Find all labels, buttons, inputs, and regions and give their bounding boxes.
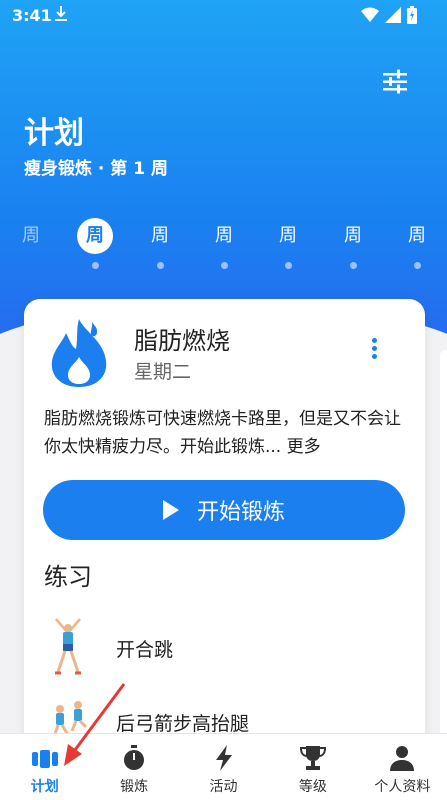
exercise-item[interactable]: 开合跳 — [24, 617, 425, 677]
week-tab[interactable]: 周 — [397, 218, 437, 269]
more-dot — [371, 354, 377, 359]
plan-subtitle: 瘦身锻炼 · 第 1 周 — [24, 159, 168, 179]
start-workout-button[interactable]: 开始锻炼 — [43, 480, 405, 540]
wifi-icon — [361, 7, 379, 22]
exercise-name: 后弓箭步高抬腿 — [116, 713, 250, 735]
description-text: 脂肪燃烧锻炼可快速燃烧卡路里，但是又不会让你太快精疲力尽。开始此锻炼... — [44, 409, 401, 457]
flame-icon — [51, 319, 107, 387]
exercises-heading: 练习 — [44, 563, 92, 591]
nav-item-plan[interactable]: 计划 — [0, 734, 89, 800]
more-options-button[interactable] — [362, 335, 386, 365]
jumping-jacks-figure-icon — [55, 618, 81, 675]
plan-icon — [31, 750, 58, 768]
week-tab[interactable]: 周 — [11, 218, 51, 269]
nav-label: 活动 — [209, 779, 238, 795]
trophy-icon — [299, 746, 326, 770]
exercise-name: 开合跳 — [116, 639, 174, 661]
week-label: 周 — [151, 225, 169, 246]
stopwatch-icon — [124, 745, 145, 770]
start-workout-label: 开始锻炼 — [196, 500, 285, 525]
week-tab-selected[interactable]: 周 — [75, 218, 115, 269]
week-dot — [91, 262, 99, 269]
week-tab[interactable]: 周 — [204, 218, 244, 269]
nav-item-profile[interactable]: 个人资料 — [358, 734, 447, 800]
week-tab[interactable]: 周 — [268, 218, 308, 269]
status-time: 3:41 — [12, 6, 52, 25]
week-label: 周 — [215, 225, 233, 246]
filter-settings-icon[interactable] — [380, 68, 410, 96]
more-dot — [371, 346, 377, 351]
nav-label: 计划 — [30, 779, 59, 795]
week-label: 周 — [408, 225, 426, 246]
week-dot — [284, 262, 292, 269]
workout-title: 脂肪燃烧 — [134, 327, 230, 355]
more-dot — [371, 338, 377, 343]
week-dot — [413, 262, 421, 269]
nav-item-workout[interactable]: 锻炼 — [89, 734, 178, 800]
nav-item-activity[interactable]: 活动 — [179, 734, 268, 800]
week-dot — [220, 262, 228, 269]
week-label: 周 — [77, 218, 113, 254]
download-icon — [55, 6, 67, 21]
battery-icon — [407, 6, 417, 24]
page-title: 计划 — [24, 116, 84, 151]
play-icon — [162, 500, 179, 520]
week-label: 周 — [22, 225, 40, 246]
signal-icon — [385, 7, 401, 23]
person-icon — [390, 746, 415, 771]
lightning-icon — [215, 745, 232, 771]
workout-card: 脂肪燃烧 星期二 脂肪燃烧锻炼可快速燃烧卡路里，但是又不会让你太快精疲力尽。开始… — [24, 299, 425, 769]
week-tab[interactable]: 周 — [140, 218, 180, 269]
nav-item-level[interactable]: 等级 — [268, 734, 357, 800]
nav-label: 等级 — [298, 779, 327, 795]
nav-label: 个人资料 — [374, 779, 431, 795]
week-label: 周 — [344, 225, 362, 246]
workout-day: 星期二 — [134, 361, 192, 383]
week-selector: 周 周 周 周 周 周 周 — [0, 218, 447, 278]
workout-description: 脂肪燃烧锻炼可快速燃烧卡路里，但是又不会让你太快精疲力尽。开始此锻炼... 更多 — [44, 405, 412, 461]
nav-label: 锻炼 — [120, 779, 149, 795]
read-more-link[interactable]: 更多 — [287, 437, 321, 457]
week-label: 周 — [279, 225, 297, 246]
next-card-peek — [440, 350, 447, 740]
bottom-navigation: 计划 锻炼 活动 等级 个人资料 — [0, 733, 447, 800]
week-tab[interactable]: 周 — [333, 218, 373, 269]
status-bar: 3:41 — [0, 0, 447, 30]
week-dot — [349, 262, 357, 269]
week-dot — [156, 262, 164, 269]
